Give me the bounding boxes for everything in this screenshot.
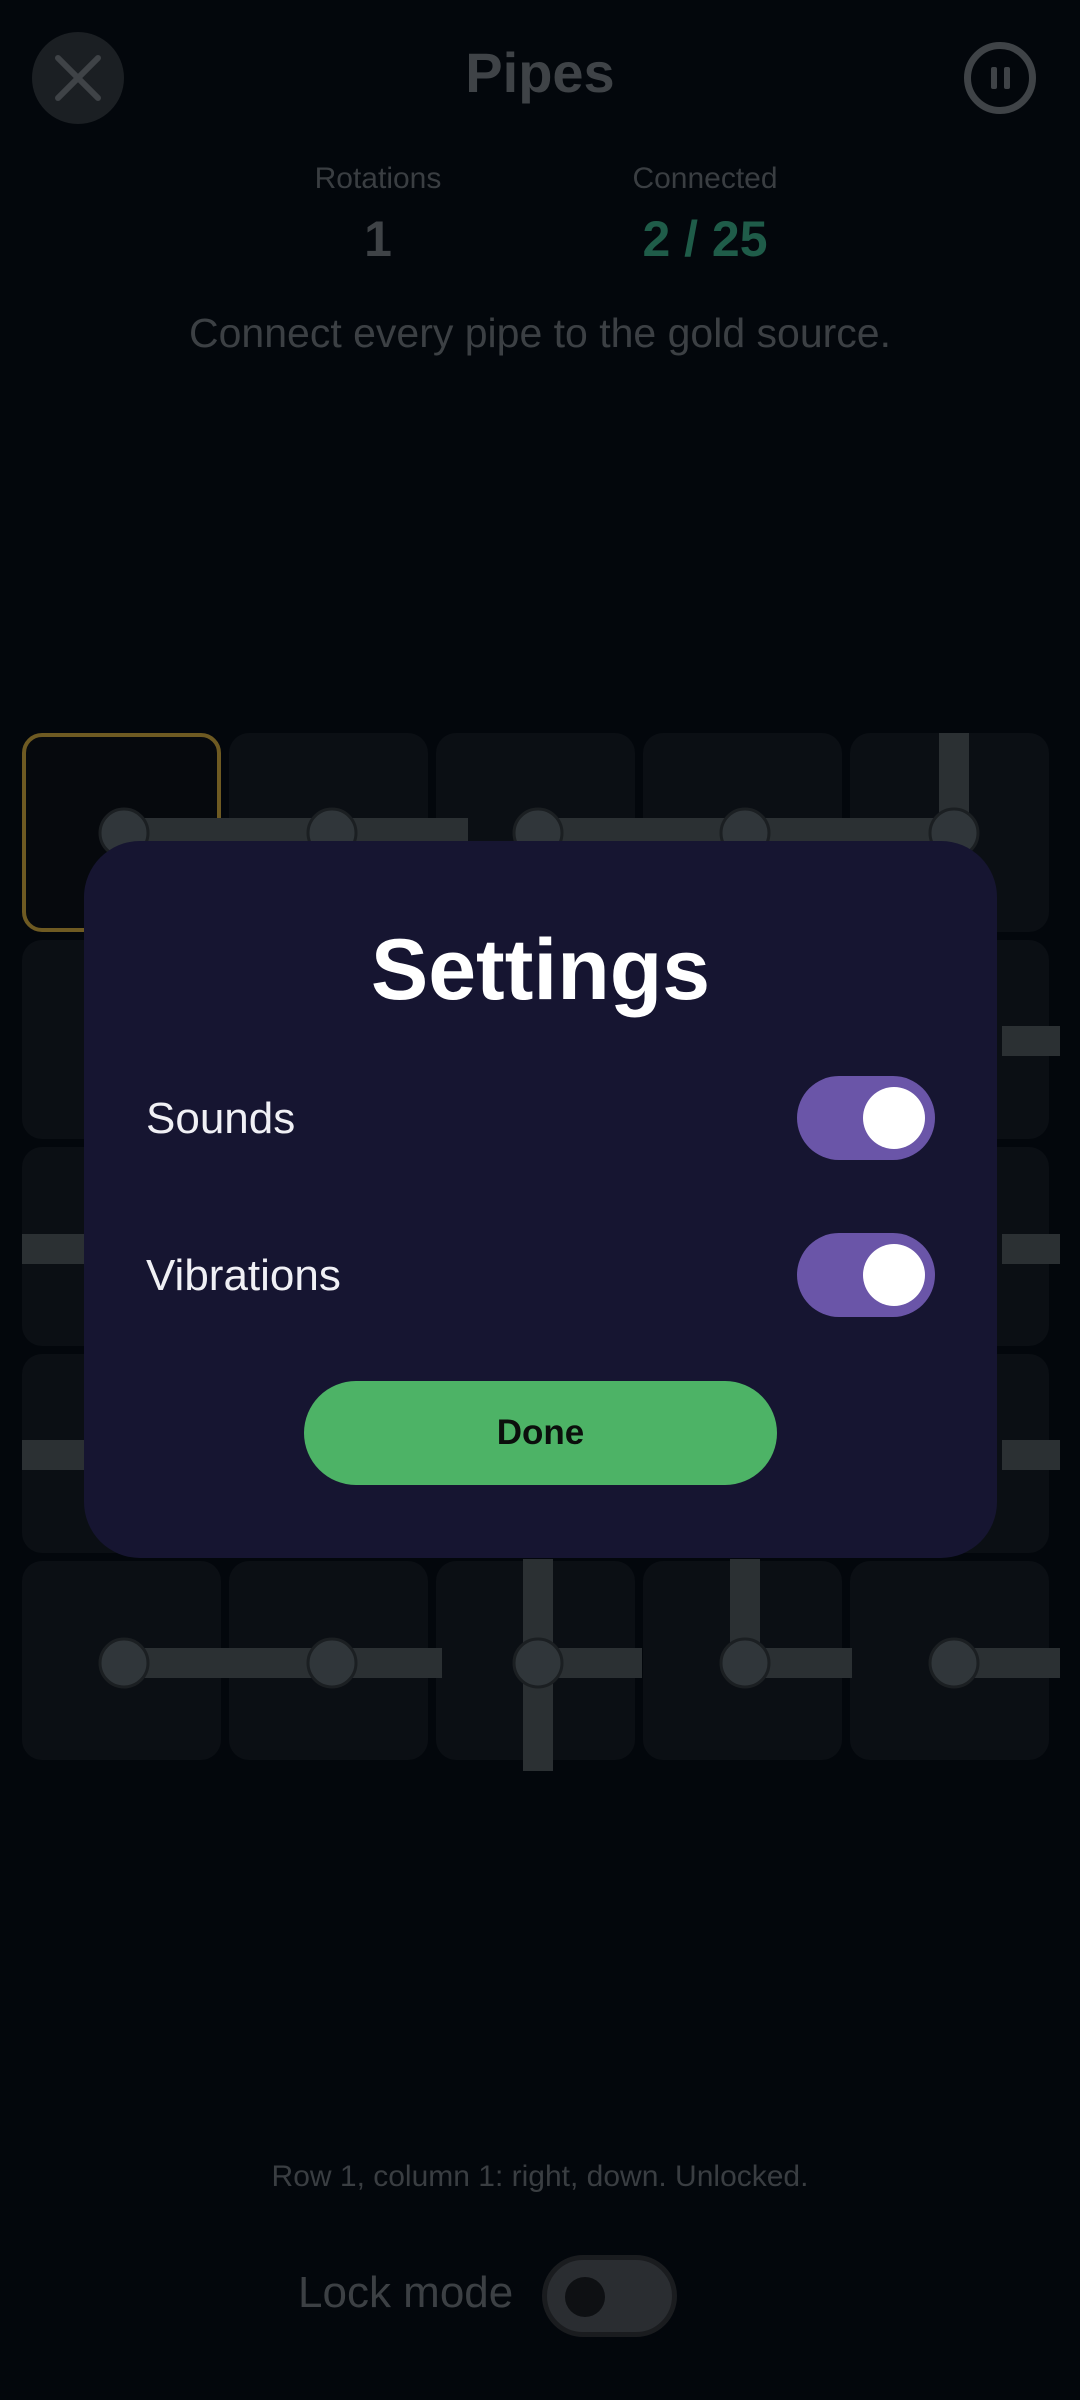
- sounds-toggle-knob: [863, 1087, 925, 1149]
- vibrations-toggle[interactable]: [797, 1233, 935, 1317]
- vibrations-label: Vibrations: [146, 1251, 341, 1300]
- settings-dialog: Settings Sounds Vibrations Done: [84, 841, 997, 1558]
- vibrations-toggle-knob: [863, 1244, 925, 1306]
- sounds-toggle[interactable]: [797, 1076, 935, 1160]
- sounds-label: Sounds: [146, 1094, 296, 1143]
- settings-title: Settings: [370, 922, 711, 1018]
- done-button[interactable]: Done: [304, 1381, 777, 1485]
